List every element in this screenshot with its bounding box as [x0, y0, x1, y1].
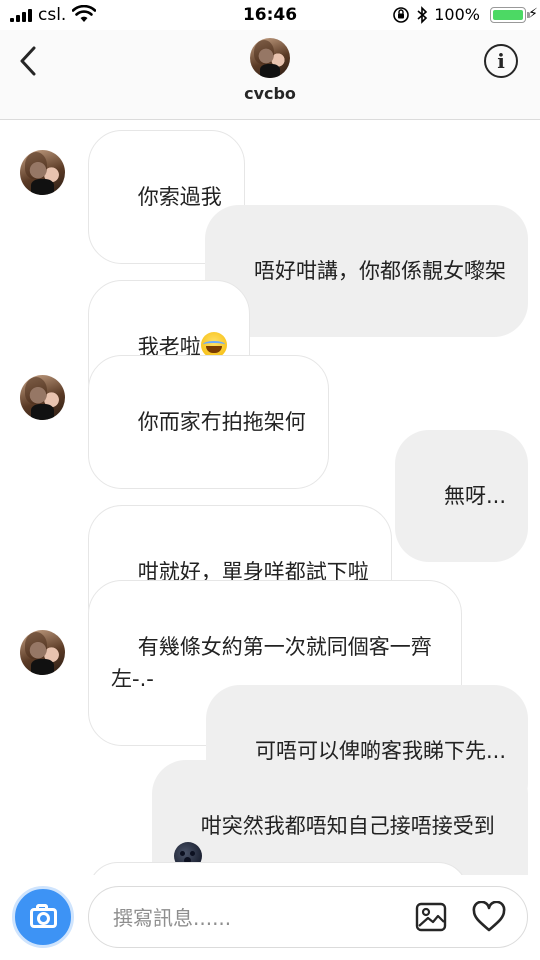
status-bar: csl. 16:46 100% ⚡	[0, 0, 540, 30]
message-bubble[interactable]: 你而家冇拍拖架何	[88, 355, 329, 489]
message-bubble[interactable]: 無呀...	[395, 430, 528, 562]
camera-icon[interactable]	[12, 886, 74, 948]
chat-header: cvcbo i	[0, 30, 540, 120]
avatar[interactable]	[20, 630, 65, 675]
chevron-left-icon[interactable]	[14, 44, 44, 78]
battery-percentage: 100%	[434, 5, 480, 24]
bluetooth-icon	[417, 5, 428, 24]
battery-icon	[490, 7, 530, 23]
message-bubble[interactable]: 咁突然我都唔知自己接唔接受到	[152, 760, 528, 875]
message-text: 有幾條女約第一次就同個客一齊 左-.-	[111, 635, 432, 691]
info-icon[interactable]: i	[484, 44, 518, 78]
message-input[interactable]	[113, 900, 403, 936]
avatar[interactable]	[250, 38, 290, 78]
message-input-container[interactable]	[88, 886, 528, 948]
avatar[interactable]	[20, 150, 65, 195]
message-text: 咁突然我都唔知自己接唔接受到	[200, 814, 495, 838]
avatar[interactable]	[20, 375, 65, 420]
message-bubble[interactable]: 唔好咁講，你都係靚女嚟架	[205, 205, 528, 337]
message-text: 你索過我	[137, 185, 222, 209]
message-text: 你而家冇拍拖架何	[137, 410, 306, 434]
heart-icon[interactable]	[471, 901, 507, 933]
image-icon[interactable]	[415, 901, 447, 933]
message-text: 唔好咁講，你都係靚女嚟架	[254, 259, 506, 283]
message-bubble-partial[interactable]	[88, 862, 468, 875]
message-text: 無呀...	[443, 484, 506, 508]
chat-username[interactable]: cvcbo	[0, 84, 540, 103]
charging-bolt-icon: ⚡	[528, 6, 538, 22]
orientation-lock-icon	[393, 6, 410, 23]
message-thread[interactable]: 你索過我 唔好咁講，你都係靚女嚟架 我老啦 你而家冇拍拖架何 無呀... 咁就好…	[0, 120, 540, 875]
message-composer	[0, 875, 540, 960]
